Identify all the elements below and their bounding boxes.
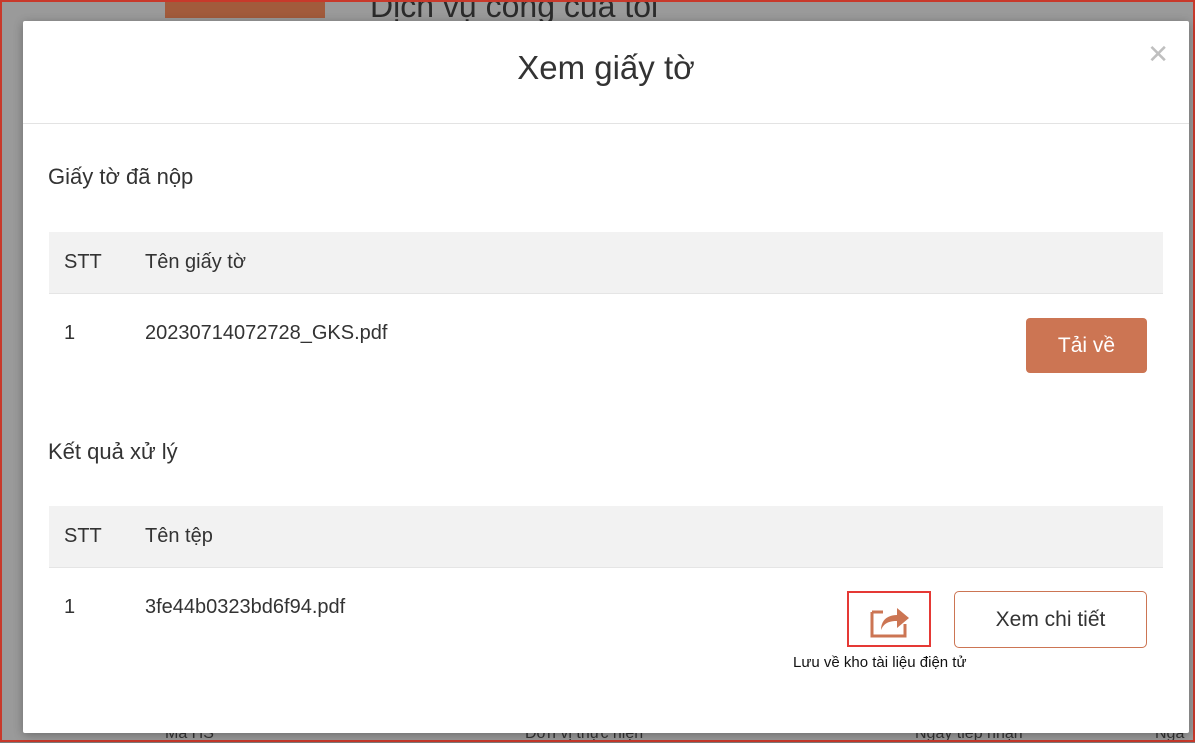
table-header: STT Tên tệp (49, 506, 1163, 568)
download-button[interactable]: Tải về (1026, 318, 1147, 373)
modal-header: Xem giấy tờ ✕ (23, 21, 1189, 124)
table-row: 1 20230714072728_GKS.pdf Tải về (49, 294, 1163, 374)
column-header-file-name: Tên tệp (145, 525, 213, 547)
save-tooltip: Lưu về kho tài liệu điện tử (793, 654, 967, 671)
view-documents-modal: Xem giấy tờ ✕ Giấy tờ đã nộp STT Tên giấ… (23, 21, 1189, 733)
table-row: 1 3fe44b0323bd6f94.pdf Xem chi tiết (49, 568, 1163, 648)
submitted-documents-heading: Giấy tờ đã nộp (48, 164, 194, 189)
processing-results-heading: Kết quả xử lý (48, 439, 178, 464)
column-header-stt: STT (64, 251, 102, 273)
row-stt: 1 (64, 596, 76, 618)
background-banner (165, 0, 325, 18)
share-icon[interactable] (869, 604, 911, 638)
close-icon[interactable]: ✕ (1147, 41, 1169, 67)
view-detail-button[interactable]: Xem chi tiết (954, 591, 1147, 648)
table-header: STT Tên giấy tờ (49, 232, 1163, 294)
column-header-document-name: Tên giấy tờ (145, 251, 246, 273)
modal-title: Xem giấy tờ (517, 49, 695, 86)
processing-results-table: STT Tên tệp 1 3fe44b0323bd6f94.pdf Xem c… (49, 506, 1163, 648)
row-file-name: 3fe44b0323bd6f94.pdf (145, 596, 346, 618)
submitted-documents-table: STT Tên giấy tờ 1 20230714072728_GKS.pdf… (49, 232, 1163, 374)
row-document-name: 20230714072728_GKS.pdf (145, 322, 388, 344)
row-stt: 1 (64, 322, 76, 344)
column-header-stt: STT (64, 525, 102, 547)
